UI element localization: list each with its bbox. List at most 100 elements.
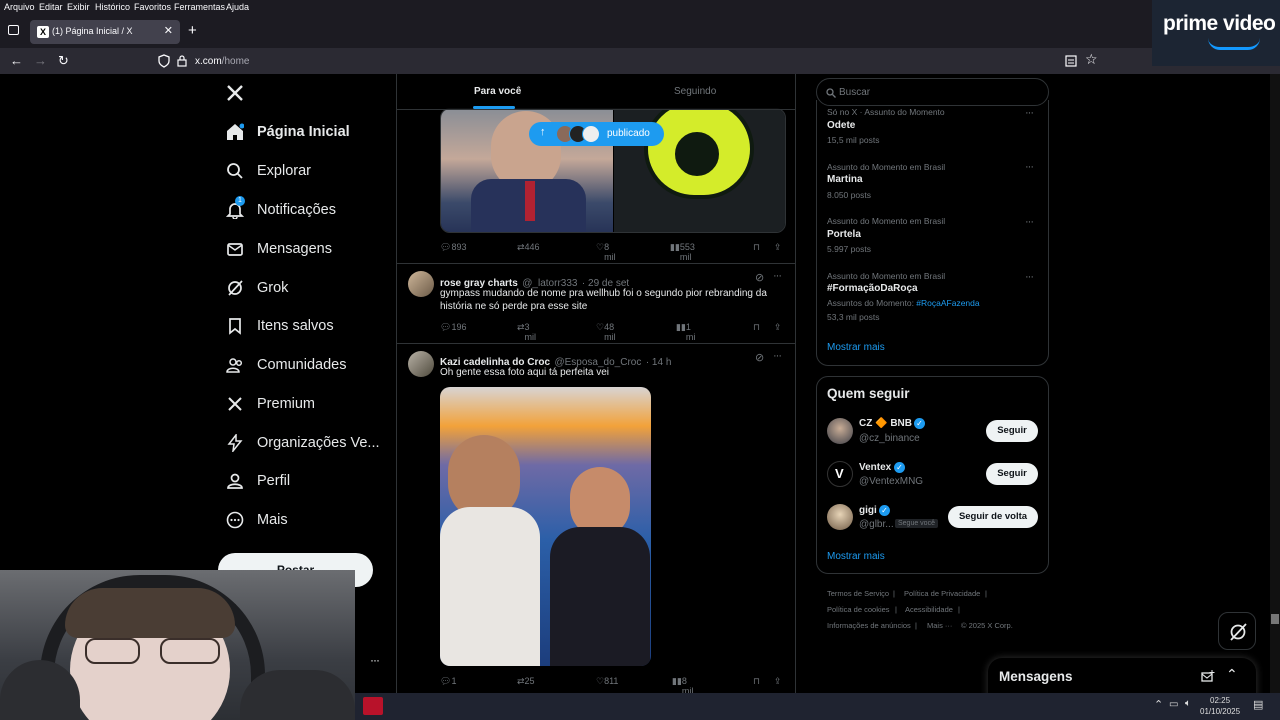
follow-name[interactable]: Ventex xyxy=(859,462,891,473)
share-icon[interactable]: ⇪ xyxy=(774,322,782,333)
nav-bookmarks[interactable]: Itens salvos xyxy=(226,312,334,340)
follow-name[interactable]: gigi xyxy=(859,505,877,516)
retweet-button[interactable]: ⇄ 446 xyxy=(517,242,540,253)
footer-ads-info-link[interactable]: Informações de anúncios xyxy=(827,621,911,630)
reply-button[interactable]: 💬︎ 196 xyxy=(440,322,466,333)
grok-icon[interactable]: ⊘ xyxy=(755,271,764,284)
menu-arquivo[interactable]: Arquivo xyxy=(4,2,35,12)
scrollbar-thumb[interactable] xyxy=(1271,614,1279,624)
bookmark-icon[interactable]: ⊓ xyxy=(753,322,760,333)
menu-ajuda[interactable]: Ajuda xyxy=(226,2,249,12)
footer-terms-link[interactable]: Termos de Serviço xyxy=(827,589,889,598)
clock-time[interactable]: 02:25 xyxy=(1210,696,1230,705)
x-logo-icon[interactable] xyxy=(226,84,244,102)
volume-icon[interactable]: 🔈︎ xyxy=(1185,698,1191,709)
tweet-time[interactable]: · 14 h xyxy=(646,357,672,368)
reply-button[interactable]: 💬︎ 1 xyxy=(440,676,456,687)
like-button[interactable]: ♡ 811 xyxy=(596,676,618,687)
retweet-button[interactable]: ⇄ 3 mil xyxy=(517,322,536,342)
grok-floating-button[interactable] xyxy=(1218,612,1256,650)
nav-explore[interactable]: Explorar xyxy=(226,157,311,185)
trend-name[interactable]: Portela xyxy=(827,229,861,240)
messages-drawer[interactable]: Mensagens ⌃ xyxy=(988,658,1256,698)
show-more-trends-link[interactable]: Mostrar mais xyxy=(827,342,885,353)
page-scrollbar[interactable] xyxy=(1270,74,1280,700)
menu-exibir[interactable]: Exibir xyxy=(67,2,90,12)
tab-x-home[interactable]: X (1) Página Inicial / X ✕ xyxy=(30,20,180,44)
views-button[interactable]: ▮▮ 1 mi xyxy=(676,322,695,342)
account-more-icon[interactable]: ··· xyxy=(370,653,380,667)
more-icon[interactable]: ··· xyxy=(1025,216,1034,228)
tab-for-you[interactable]: Para você xyxy=(474,86,521,97)
more-icon[interactable]: ··· xyxy=(773,270,782,282)
forward-icon[interactable]: → xyxy=(34,53,47,68)
grok-icon[interactable]: ⊘ xyxy=(755,351,764,364)
bookmark-icon[interactable]: ⊓ xyxy=(753,676,760,687)
bookmark-star-icon[interactable]: ☆ xyxy=(1085,51,1098,68)
nav-messages[interactable]: Mensagens xyxy=(226,235,332,263)
close-tab-icon[interactable]: ✕ xyxy=(164,24,173,37)
more-icon[interactable]: ··· xyxy=(1025,161,1034,173)
expand-chevron-icon[interactable]: ⌃ xyxy=(1226,666,1238,683)
bookmark-icon[interactable]: ⊓ xyxy=(753,242,760,253)
avatar[interactable] xyxy=(408,351,434,377)
related-hashtag-link[interactable]: #RoçaAFazenda xyxy=(916,298,979,308)
trend-name[interactable]: #FormaçãoDaRoça xyxy=(827,283,918,294)
clock-date[interactable]: 01/10/2025 xyxy=(1200,707,1240,716)
tab-following[interactable]: Seguindo xyxy=(674,86,716,97)
nav-premium[interactable]: Premium xyxy=(226,390,315,418)
back-icon[interactable]: ← xyxy=(10,53,23,68)
views-button[interactable]: ▮▮ 8 mil xyxy=(672,676,693,696)
nav-notifications[interactable]: 1 Notificações xyxy=(226,196,336,224)
avatar[interactable]: V xyxy=(827,461,853,487)
tab-list-icon[interactable] xyxy=(8,25,19,35)
avatar[interactable] xyxy=(827,418,853,444)
menu-editar[interactable]: Editar xyxy=(39,2,63,12)
footer-privacy-link[interactable]: Política de Privacidade xyxy=(904,589,980,598)
avatar[interactable] xyxy=(827,504,853,530)
notifications-icon[interactable]: ▤ xyxy=(1253,698,1263,711)
follow-name[interactable]: CZ 🔶 BNB xyxy=(859,418,912,429)
avatar[interactable] xyxy=(408,271,434,297)
follow-back-button[interactable]: Seguir de volta xyxy=(948,506,1038,528)
nav-label: Itens salvos xyxy=(257,318,334,334)
follow-button[interactable]: Seguir xyxy=(986,463,1038,485)
retweet-button[interactable]: ⇄ 25 xyxy=(517,676,535,687)
footer-cookies-link[interactable]: Política de cookies xyxy=(827,605,890,614)
nav-more[interactable]: Mais xyxy=(226,506,288,534)
nav-organizations[interactable]: Organizações Ve... xyxy=(226,429,380,457)
more-icon[interactable]: ··· xyxy=(1025,107,1034,119)
new-message-icon[interactable] xyxy=(1201,670,1215,684)
nav-grok[interactable]: Grok xyxy=(226,274,288,302)
views-button[interactable]: ▮▮ 553 mil xyxy=(670,242,695,262)
like-button[interactable]: ♡ 8 mil xyxy=(596,242,616,262)
share-icon[interactable]: ⇪ xyxy=(774,242,782,253)
reply-button[interactable]: 💬︎ 893 xyxy=(440,242,466,253)
trend-name[interactable]: Martina xyxy=(827,174,863,185)
new-posts-pill[interactable]: ↑ publicado xyxy=(529,122,664,146)
reader-view-icon[interactable] xyxy=(1065,55,1077,67)
share-icon[interactable]: ⇪ xyxy=(774,676,782,687)
url-bar[interactable]: x.com/home ☆ xyxy=(150,50,1105,72)
menu-favoritos[interactable]: Favoritos xyxy=(134,2,171,12)
menu-ferramentas[interactable]: Ferramentas xyxy=(174,2,225,12)
more-icon[interactable]: ··· xyxy=(1025,271,1034,283)
nav-communities[interactable]: Comunidades xyxy=(226,351,346,379)
more-icon[interactable]: ··· xyxy=(773,350,782,362)
app-icon[interactable] xyxy=(363,697,383,715)
like-button[interactable]: ♡ 48 mil xyxy=(596,322,616,342)
nav-home[interactable]: Página Inicial xyxy=(226,118,350,146)
nav-profile[interactable]: Perfil xyxy=(226,467,290,495)
tweet-photo[interactable] xyxy=(440,387,651,666)
new-tab-icon[interactable]: + xyxy=(188,22,197,39)
network-icon[interactable]: ▭ xyxy=(1169,699,1178,710)
tray-chevron-icon[interactable]: ⌃ xyxy=(1154,698,1163,711)
footer-more-link[interactable]: Mais ··· xyxy=(927,621,952,630)
show-more-follow-link[interactable]: Mostrar mais xyxy=(827,551,885,562)
bookmark-icon xyxy=(226,317,244,335)
menu-historico[interactable]: Histórico xyxy=(95,2,130,12)
follow-button[interactable]: Seguir xyxy=(986,420,1038,442)
trend-name[interactable]: Odete xyxy=(827,120,855,131)
footer-accessibility-link[interactable]: Acessibilidade xyxy=(905,605,953,614)
reload-icon[interactable]: ↻ xyxy=(58,53,69,69)
